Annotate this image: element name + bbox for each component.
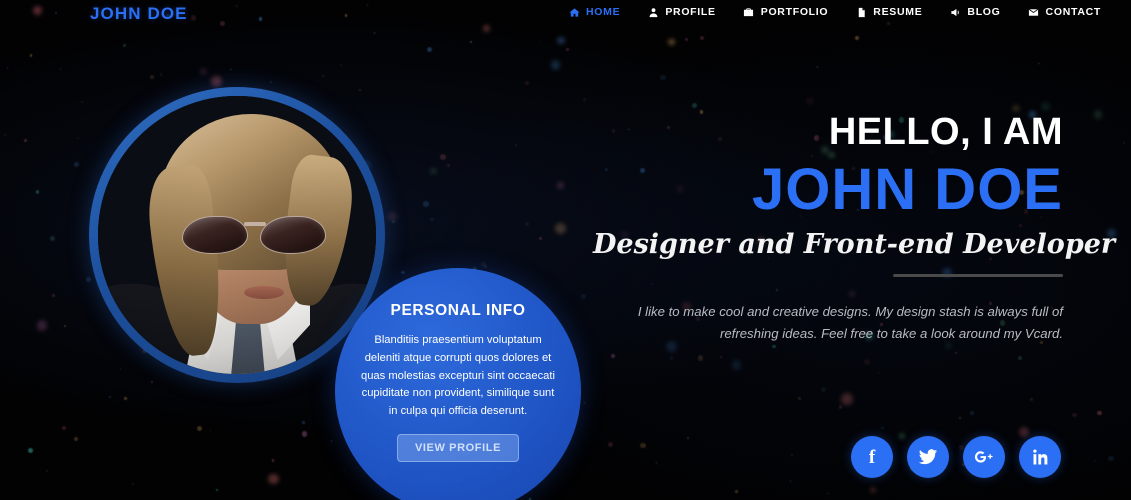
home-icon <box>568 6 580 18</box>
hero-divider <box>893 274 1063 277</box>
nav-item-resume[interactable]: RESUME <box>855 6 922 18</box>
photo-clip <box>98 96 376 374</box>
megaphone-icon <box>949 6 961 18</box>
portrait-illustration <box>98 96 376 374</box>
social-link-googleplus[interactable] <box>963 436 1005 478</box>
sunglasses-icon <box>182 214 326 258</box>
nav-item-home[interactable]: HOME <box>568 6 620 18</box>
hero-page: JOHN DOE HOME PROFILE PORTFOLIO RESUME B… <box>0 0 1131 500</box>
portrait-lips <box>244 286 284 299</box>
main-nav: HOME PROFILE PORTFOLIO RESUME BLOG CONTA… <box>568 6 1101 18</box>
nav-item-blog[interactable]: BLOG <box>949 6 1000 18</box>
view-profile-button[interactable]: VIEW PROFILE <box>396 433 520 462</box>
personal-info-title: PERSONAL INFO <box>390 302 526 319</box>
nav-item-label: HOME <box>586 6 621 18</box>
envelope-icon <box>1028 6 1040 18</box>
social-link-facebook[interactable]: f <box>851 436 893 478</box>
google-plus-icon <box>974 447 994 467</box>
profile-photo <box>89 87 385 383</box>
personal-info-text: Blanditiis praesentium voluptatum deleni… <box>360 334 555 418</box>
file-icon <box>855 6 867 18</box>
linkedin-icon <box>1030 447 1050 467</box>
hero-greeting: HELLO, I AM <box>828 111 1063 153</box>
nav-item-label: PROFILE <box>665 6 716 18</box>
hero-role: Designer and Front-end Developer <box>593 229 1116 260</box>
hero-text-block: HELLO, I AM JOHN DOE Designer and Front-… <box>593 110 1116 345</box>
nav-item-label: BLOG <box>967 6 1001 18</box>
sunglasses-lens-left <box>182 216 248 254</box>
twitter-icon <box>918 447 938 467</box>
hero-description: I like to make cool and creative designs… <box>637 304 1063 341</box>
hero-name: JOHN DOE <box>752 157 1063 222</box>
facebook-icon: f <box>868 446 876 468</box>
nav-item-label: RESUME <box>873 6 923 18</box>
social-link-linkedin[interactable] <box>1019 436 1061 478</box>
user-icon <box>647 6 659 18</box>
sunglasses-lens-right <box>260 216 326 254</box>
personal-info-card: PERSONAL INFO Blanditiis praesentium vol… <box>335 268 581 500</box>
site-logo[interactable]: JOHN DOE <box>90 4 188 24</box>
nav-item-label: CONTACT <box>1045 6 1101 18</box>
nav-item-contact[interactable]: CONTACT <box>1028 6 1101 18</box>
nav-item-portfolio[interactable]: PORTFOLIO <box>743 6 829 18</box>
briefcase-icon <box>743 6 755 18</box>
nav-item-label: PORTFOLIO <box>760 6 829 18</box>
nav-item-profile[interactable]: PROFILE <box>647 6 715 18</box>
sunglasses-bridge <box>244 222 266 226</box>
social-link-twitter[interactable] <box>907 436 949 478</box>
social-links: f <box>851 436 1061 478</box>
top-navigation-bar: JOHN DOE HOME PROFILE PORTFOLIO RESUME B… <box>0 0 1131 30</box>
